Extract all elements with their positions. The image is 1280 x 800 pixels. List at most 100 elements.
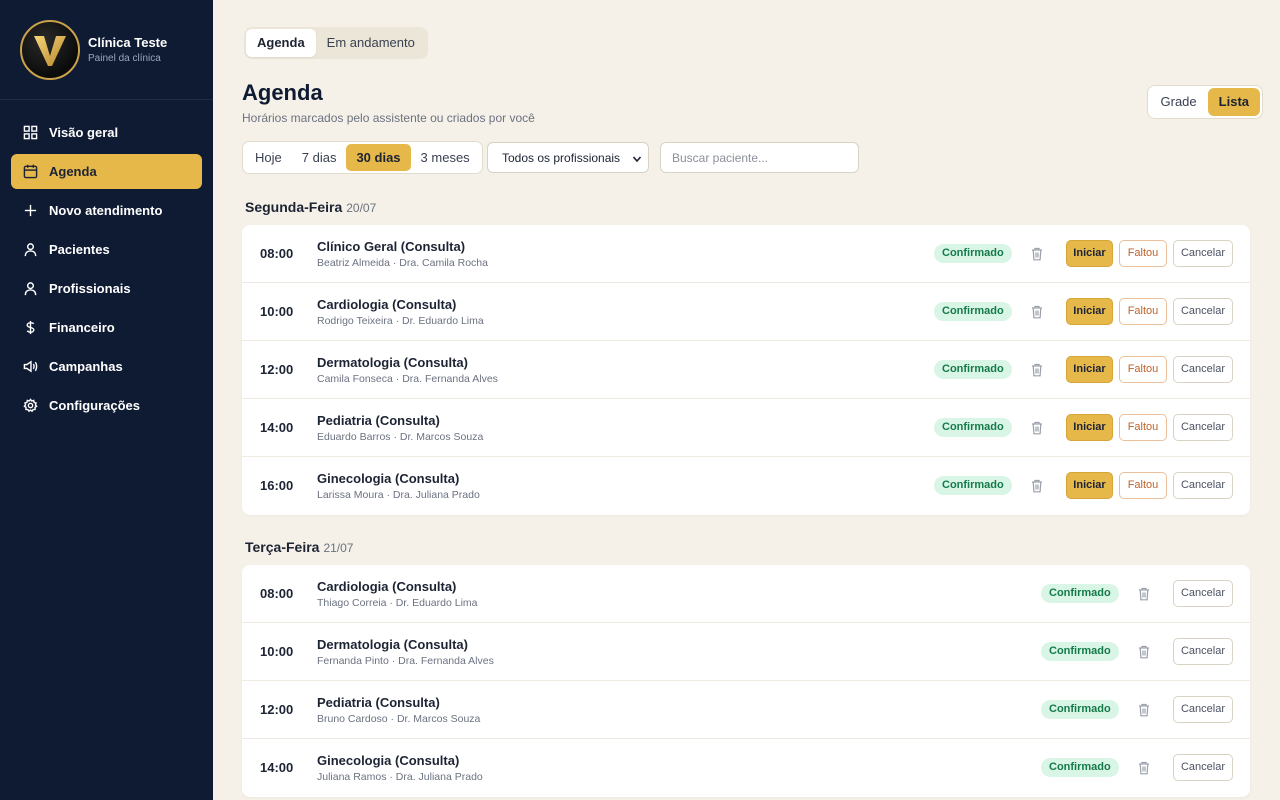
appointment-row[interactable]: 10:00 Dermatologia (Consulta) Fernanda Pin… [242, 623, 1250, 681]
appointment-meta: Larissa Moura · Dra. Juliana Prado [317, 489, 480, 501]
sidebar-item-pacientes[interactable]: Pacientes [11, 232, 202, 267]
appointment-title: Ginecologia (Consulta) [317, 753, 460, 768]
appointment-time: 16:00 [260, 478, 294, 493]
appointment-title: Dermatologia (Consulta) [317, 637, 468, 652]
status-badge: Confirmado [1041, 700, 1119, 719]
faltou-button[interactable]: Faltou [1119, 356, 1167, 383]
trash-icon[interactable] [1029, 477, 1045, 495]
trash-icon[interactable] [1136, 759, 1152, 777]
sidebar-item-configuracoes[interactable]: Configurações [11, 388, 202, 423]
trash-icon[interactable] [1029, 361, 1045, 379]
appointment-row[interactable]: 14:00 Ginecologia (Consulta) Juliana Ramos… [242, 739, 1250, 797]
iniciar-button[interactable]: Iniciar [1066, 298, 1113, 325]
cancelar-button[interactable]: Cancelar [1173, 696, 1233, 723]
range-30-dias-button[interactable]: 30 dias [346, 144, 411, 171]
iniciar-button[interactable]: Iniciar [1066, 472, 1113, 499]
cancelar-button[interactable]: Cancelar [1173, 298, 1233, 325]
tab-em-andamento[interactable]: Em andamento [316, 29, 426, 57]
sidebar-item-campanhas[interactable]: Campanhas [11, 349, 202, 384]
sidebar-item-agenda[interactable]: Agenda [11, 154, 202, 189]
trash-icon[interactable] [1029, 245, 1045, 263]
trash-icon[interactable] [1029, 303, 1045, 321]
cancelar-button[interactable]: Cancelar [1173, 580, 1233, 607]
status-badge: Confirmado [934, 244, 1012, 263]
status-badge: Confirmado [934, 360, 1012, 379]
professional-select[interactable]: Todos os profissionais [487, 142, 649, 173]
cancelar-button[interactable]: Cancelar [1173, 414, 1233, 441]
cancelar-button[interactable]: Cancelar [1173, 638, 1233, 665]
range-3-meses-button[interactable]: 3 meses [411, 144, 480, 171]
appointment-time: 14:00 [260, 420, 294, 435]
iniciar-button[interactable]: Iniciar [1066, 356, 1113, 383]
sidebar-item-novo-atendimento[interactable]: Novo atendimento [11, 193, 202, 228]
appointment-meta: Thiago Correia · Dr. Eduardo Lima [317, 597, 478, 609]
faltou-button[interactable]: Faltou [1119, 472, 1167, 499]
sidebar-item-profissionais[interactable]: Profissionais [11, 271, 202, 306]
appointment-meta: Eduardo Barros · Dr. Marcos Souza [317, 431, 484, 443]
appointment-meta: Bruno Cardoso · Dr. Marcos Souza [317, 713, 481, 725]
trash-icon[interactable] [1136, 585, 1152, 603]
tab-agenda[interactable]: Agenda [246, 29, 316, 57]
appointment-title: Ginecologia (Consulta) [317, 471, 460, 486]
iniciar-button[interactable]: Iniciar [1066, 240, 1113, 267]
faltou-button[interactable]: Faltou [1119, 240, 1167, 267]
sidebar-item-label: Financeiro [49, 320, 115, 335]
appointment-time: 10:00 [260, 304, 294, 319]
sidebar-item-label: Agenda [49, 164, 97, 179]
appointment-row[interactable]: 12:00 Pediatria (Consulta) Bruno Cardoso ·… [242, 681, 1250, 739]
sidebar-item-label: Pacientes [49, 242, 110, 257]
appointment-meta: Beatriz Almeida · Dra. Camila Rocha [317, 257, 488, 269]
appointment-row[interactable]: 12:00 Dermatologia (Consulta) Camila Fonse… [242, 341, 1250, 399]
appointments-card: 08:00 Cardiologia (Consulta) Thiago Correi… [242, 565, 1250, 797]
appointment-title: Cardiologia (Consulta) [317, 579, 457, 594]
status-badge: Confirmado [934, 302, 1012, 321]
appointment-row[interactable]: 10:00 Cardiologia (Consulta) Rodrigo Teixe… [242, 283, 1250, 341]
appointment-title: Cardiologia (Consulta) [317, 297, 457, 312]
trash-icon[interactable] [1136, 643, 1152, 661]
brand-text: Clínica Teste Painel da clínica [88, 35, 167, 64]
page-subtitle: Horários marcados pelo assistente ou cri… [242, 111, 535, 125]
range-7-dias-button[interactable]: 7 dias [292, 144, 347, 171]
appointments-card: 08:00 Clínico Geral (Consulta) Beatriz Alm… [242, 225, 1250, 515]
sidebar-item-financeiro[interactable]: Financeiro [11, 310, 202, 345]
appointment-row[interactable]: 14:00 Pediatria (Consulta) Eduardo Barros … [242, 399, 1250, 457]
appointment-row[interactable]: 16:00 Ginecologia (Consulta) Larissa Moura… [242, 457, 1250, 515]
view-grade-button[interactable]: Grade [1150, 88, 1208, 116]
appointment-title: Pediatria (Consulta) [317, 695, 440, 710]
cancelar-button[interactable]: Cancelar [1173, 472, 1233, 499]
faltou-button[interactable]: Faltou [1119, 298, 1167, 325]
sidebar-nav: Visão geral Agenda Novo atendimento Paci… [0, 100, 213, 423]
trash-icon[interactable] [1136, 701, 1152, 719]
page-title: Agenda [242, 80, 323, 105]
appointment-meta: Rodrigo Teixeira · Dr. Eduardo Lima [317, 315, 484, 327]
appointment-time: 08:00 [260, 246, 294, 261]
faltou-button[interactable]: Faltou [1119, 414, 1167, 441]
view-lista-button[interactable]: Lista [1207, 88, 1260, 116]
day-weekday: Terça-Feira [245, 539, 320, 555]
trash-icon[interactable] [1029, 419, 1045, 437]
user-icon [22, 242, 38, 258]
cancelar-button[interactable]: Cancelar [1173, 356, 1233, 383]
day-weekday: Segunda-Feira [245, 199, 343, 215]
professional-select-value: Todos os profissionais [502, 150, 621, 165]
sidebar-item-visao-geral[interactable]: Visão geral [11, 115, 202, 150]
clinic-logo [20, 19, 80, 80]
sidebar-item-label: Campanhas [49, 359, 123, 374]
search-patient-input[interactable] [660, 142, 859, 173]
main-content: Agenda Em andamento Agenda Horários marc… [213, 0, 1280, 800]
sidebar-item-label: Visão geral [49, 125, 119, 140]
cancelar-button[interactable]: Cancelar [1173, 754, 1233, 781]
appointment-title: Pediatria (Consulta) [317, 413, 440, 428]
sidebar-item-label: Profissionais [49, 281, 131, 296]
appointment-row[interactable]: 08:00 Cardiologia (Consulta) Thiago Correi… [242, 565, 1250, 623]
appointment-row[interactable]: 08:00 Clínico Geral (Consulta) Beatriz Alm… [242, 225, 1250, 283]
top-tabs: Agenda Em andamento [244, 27, 428, 59]
cancelar-button[interactable]: Cancelar [1173, 240, 1233, 267]
range-hoje-button[interactable]: Hoje [245, 144, 292, 171]
appointment-time: 12:00 [260, 362, 294, 377]
day-header: Segunda-Feira 20/07 [245, 199, 376, 215]
iniciar-button[interactable]: Iniciar [1066, 414, 1113, 441]
appointment-time: 10:00 [260, 644, 294, 659]
chevron-down-icon [632, 153, 642, 167]
v-logo-icon [34, 35, 66, 66]
